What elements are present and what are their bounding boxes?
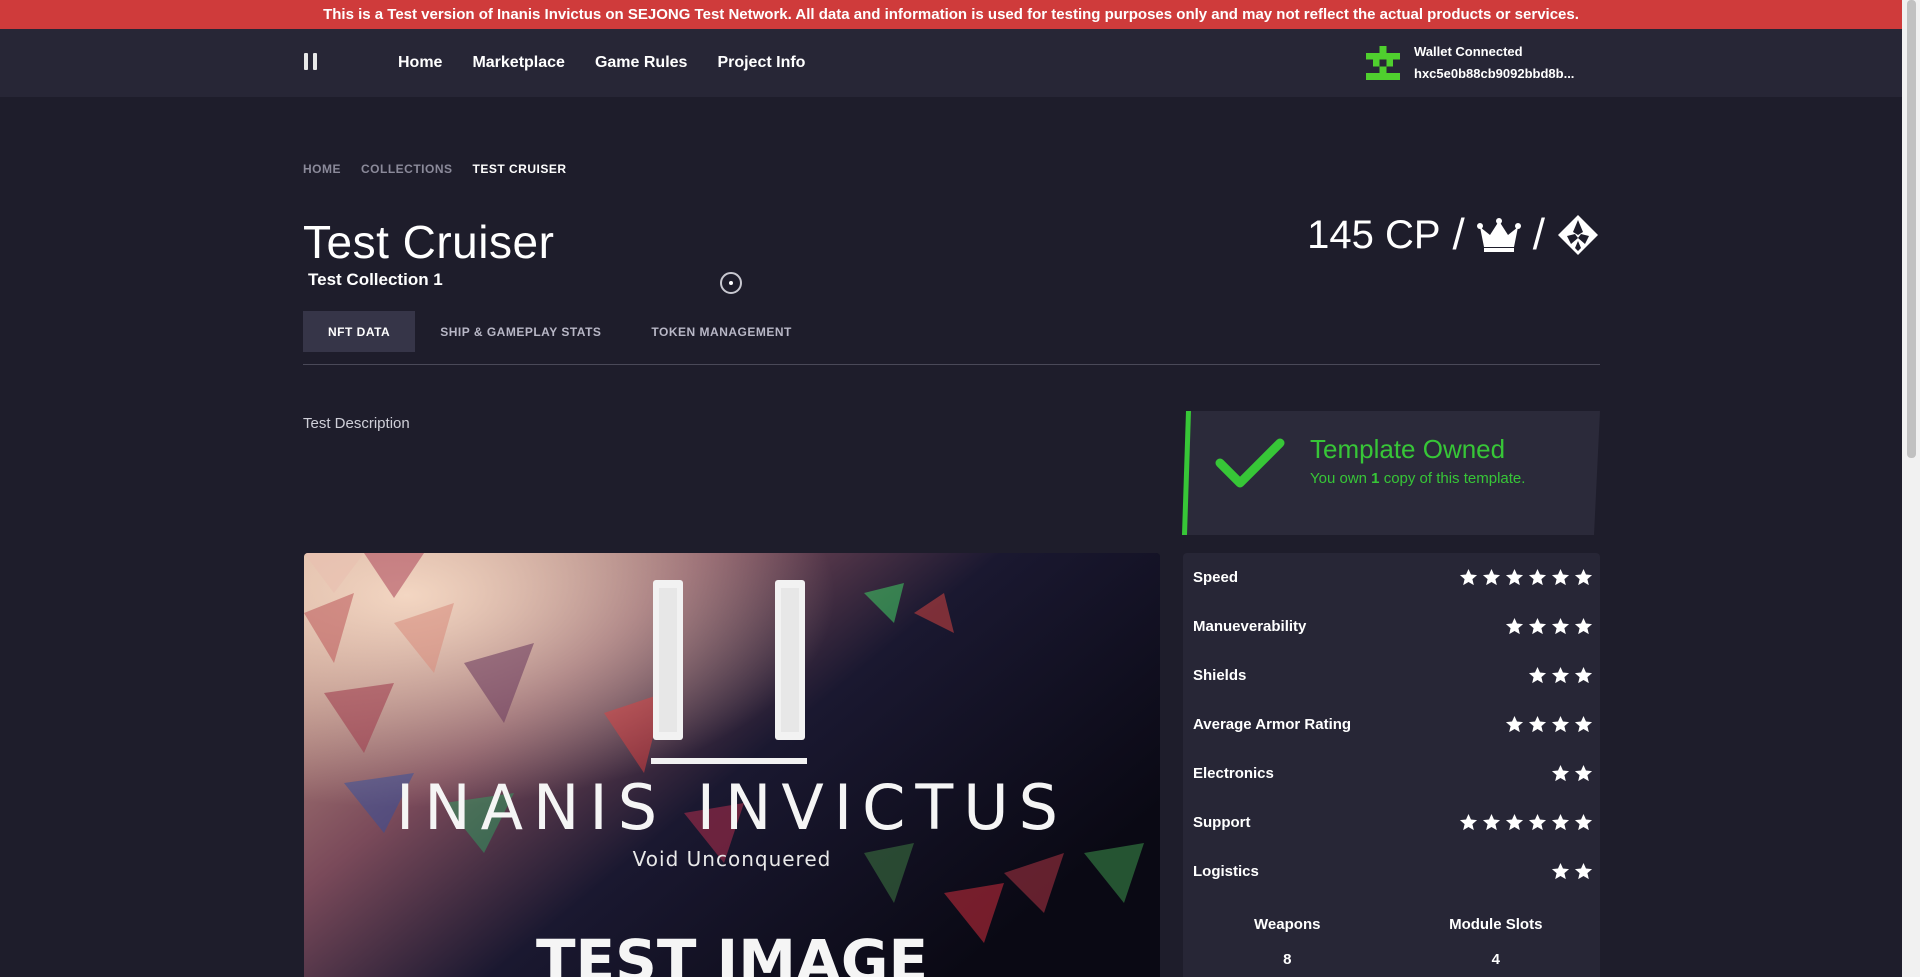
stat-stars	[1528, 666, 1593, 685]
breadcrumb: HOME COLLECTIONS TEST CRUISER	[303, 162, 567, 176]
app-logo-icon[interactable]	[304, 53, 324, 73]
star-icon	[1551, 764, 1570, 781]
star-icon	[1482, 813, 1501, 830]
star-icon	[1551, 715, 1570, 732]
price-value: 145 CP	[1307, 212, 1441, 257]
tab-token-management[interactable]: TOKEN MANAGEMENT	[626, 311, 816, 352]
hero-tagline: Void Unconquered	[633, 847, 832, 871]
star-icon	[1505, 568, 1524, 585]
owned-title: Template Owned	[1310, 434, 1506, 464]
star-icon	[1574, 764, 1593, 781]
stat-label: Shields	[1193, 666, 1247, 684]
nft-image[interactable]: INANIS INVICTUS Void Unconquered TEST IM…	[304, 553, 1160, 977]
star-icon	[1528, 617, 1547, 634]
stat-label: Logistics	[1193, 862, 1259, 880]
star-icon	[1528, 715, 1547, 732]
star-icon	[1505, 617, 1524, 634]
star-icon	[1505, 715, 1524, 732]
stat-stars	[1551, 862, 1593, 881]
nav-link-game-rules[interactable]: Game Rules	[595, 54, 687, 72]
nav-link-marketplace[interactable]: Marketplace	[472, 54, 565, 72]
page-scrollbar[interactable]	[1902, 0, 1920, 977]
hero-logo-text: INANIS INVICTUS	[396, 771, 1068, 844]
star-icon	[1574, 617, 1593, 634]
stat-row: Average Armor Rating	[1193, 709, 1593, 739]
stat-label: Average Armor Rating	[1193, 715, 1352, 733]
price-display: 145 CP / /	[1307, 210, 1599, 260]
wallet-status[interactable]: Wallet Connected hxc5e0b88cb9092bbd8b...	[1366, 41, 1574, 85]
stat-row: Shields	[1193, 660, 1593, 690]
stat-stars	[1459, 568, 1593, 587]
slot-counts: Weapons 8 Module Slots 4	[1183, 916, 1600, 968]
ship-stats-panel: Speed Manueverability Shields Average Armor…	[1183, 553, 1600, 977]
stat-row: Electronics	[1193, 758, 1593, 788]
stat-stars	[1551, 764, 1593, 783]
test-network-banner: This is a Test version of Inanis Invictu…	[0, 0, 1902, 29]
owned-count: 1	[1371, 470, 1380, 487]
scrollbar-thumb[interactable]	[1907, 0, 1916, 458]
breadcrumb-current: TEST CRUISER	[472, 162, 567, 176]
tab-ship-gameplay-stats[interactable]: SHIP & GAMEPLAY STATS	[415, 311, 626, 352]
stat-label: Manueverability	[1193, 617, 1307, 635]
star-icon	[1551, 568, 1570, 585]
tab-nft-data[interactable]: NFT DATA	[303, 311, 416, 352]
star-icon	[1505, 813, 1524, 830]
star-icon	[1551, 813, 1570, 830]
stat-label: Electronics	[1193, 764, 1274, 782]
star-icon	[1551, 617, 1570, 634]
stat-stars	[1505, 715, 1593, 734]
star-icon	[1551, 862, 1570, 879]
wallet-status-label: Wallet Connected	[1414, 44, 1523, 59]
star-icon	[1574, 568, 1593, 585]
breadcrumb-home[interactable]: HOME	[303, 162, 341, 176]
template-owned-card: Template Owned You own 1 copy of this te…	[1182, 411, 1600, 535]
star-icon	[1528, 813, 1547, 830]
wallet-address: hxc5e0b88cb9092bbd8b...	[1414, 66, 1575, 81]
page-title: Test Cruiser	[303, 216, 555, 268]
wallet-identicon-icon	[1366, 46, 1400, 80]
star-icon	[1482, 568, 1501, 585]
star-icon	[1574, 862, 1593, 879]
icx-diamond-icon	[1558, 215, 1598, 255]
star-icon	[1551, 666, 1570, 683]
detail-tabs: NFT DATA SHIP & GAMEPLAY STATS TOKEN MAN…	[303, 311, 817, 352]
mouse-cursor-icon	[720, 272, 742, 294]
crown-icon	[1476, 218, 1521, 252]
star-icon	[1528, 666, 1547, 683]
star-icon	[1574, 715, 1593, 732]
stat-stars	[1459, 813, 1593, 832]
main-nav: Home Marketplace Game Rules Project Info	[398, 29, 805, 97]
star-icon	[1459, 568, 1478, 585]
checkmark-icon	[1215, 438, 1285, 488]
banner-text: This is a Test version of Inanis Invictu…	[323, 6, 1579, 23]
star-icon	[1528, 568, 1547, 585]
item-description: Test Description	[303, 415, 410, 432]
weapons-count: Weapons 8	[1254, 916, 1321, 968]
star-icon	[1459, 813, 1478, 830]
stat-row: Logistics	[1193, 856, 1593, 886]
collection-name[interactable]: Test Collection 1	[308, 270, 443, 290]
stat-row: Manueverability	[1193, 611, 1593, 641]
nav-link-project-info[interactable]: Project Info	[717, 54, 805, 72]
hero-overlay-text: TEST IMAGE	[536, 927, 928, 977]
stat-label: Support	[1193, 813, 1251, 831]
nav-link-home[interactable]: Home	[398, 54, 442, 72]
stat-label: Speed	[1193, 568, 1239, 586]
stat-stars	[1505, 617, 1593, 636]
top-navigation: Home Marketplace Game Rules Project Info…	[0, 29, 1902, 97]
owned-subtitle: You own 1 copy of this template.	[1310, 470, 1526, 487]
stat-row: Speed	[1193, 562, 1593, 592]
star-icon	[1574, 813, 1593, 830]
tabs-divider	[303, 364, 1600, 365]
star-icon	[1574, 666, 1593, 683]
breadcrumb-collections[interactable]: COLLECTIONS	[361, 162, 453, 176]
stat-row: Support	[1193, 807, 1593, 837]
module-slots-count: Module Slots 4	[1449, 916, 1543, 968]
